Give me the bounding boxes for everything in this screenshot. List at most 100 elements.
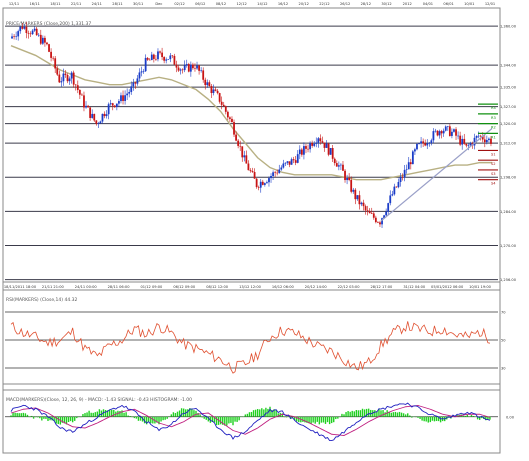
macd-histogram-bar — [137, 416, 140, 421]
macd-histogram-bar — [82, 414, 84, 417]
top-date-label: 30/12 — [381, 2, 391, 6]
macd-histogram-bar — [302, 416, 304, 422]
candle-body — [358, 195, 361, 205]
candle-body — [235, 134, 237, 141]
candle-body — [253, 172, 256, 179]
macd-histogram-bar — [104, 409, 107, 417]
macd-histogram-bar — [32, 416, 35, 419]
candle-body — [309, 143, 311, 150]
macd-histogram-bar — [310, 416, 312, 424]
bottom-date-label: 18/11/2011 18:00 — [4, 285, 37, 289]
bottom-date-label: 20/12 14:00 — [305, 285, 328, 289]
top-date-label: 22/12 — [319, 2, 329, 6]
macd-histogram-bar — [12, 412, 14, 417]
macd-histogram-bar — [45, 416, 47, 419]
candle-body — [317, 138, 320, 143]
candle-body — [360, 202, 363, 205]
candle-body — [27, 33, 30, 34]
macd-histogram-bar — [174, 413, 177, 417]
candle-body — [78, 89, 81, 95]
chart-canvas: 12/11 16/11 18/11 22/11 24/11 28/11 30/11 Dec 02… — [2, 2, 517, 454]
macd-tick-label: 0.00 — [506, 415, 515, 419]
candle-body — [76, 85, 79, 90]
macd-histogram-bar — [367, 408, 370, 417]
candle-body — [485, 140, 488, 143]
candle-body — [348, 177, 351, 180]
chart-frame — [2, 7, 501, 454]
level-label-s2: S2 — [491, 162, 496, 166]
macd-histogram-bar — [312, 416, 314, 423]
candle-body — [93, 113, 96, 121]
candle-body — [152, 54, 155, 59]
bottom-date-label: 08/12 12:00 — [206, 285, 229, 289]
level-label-r2: R2 — [491, 126, 496, 130]
macd-histogram-bar — [152, 416, 154, 424]
macd-histogram-bar — [298, 416, 300, 423]
candle-body — [335, 163, 338, 167]
candle-body — [237, 140, 240, 146]
macd-histogram-layer — [10, 406, 491, 426]
candle-body — [298, 149, 301, 155]
candle-body — [329, 148, 332, 155]
candle-body — [163, 57, 166, 61]
candle-body — [118, 101, 120, 104]
macd-histogram-bar — [435, 416, 438, 422]
macd-histogram-bar — [14, 412, 16, 417]
bottom-date-label: 31/12 04:00 — [403, 285, 426, 289]
candle-body — [278, 169, 281, 174]
top-date-label: 2012 — [403, 2, 412, 6]
candle-body — [465, 143, 468, 146]
candle-body — [426, 143, 429, 146]
macd-histogram-bar — [314, 416, 316, 424]
candle-body — [257, 187, 260, 188]
price-right-axis: 1,360.00 1,344.00 1,335.00 1,320.00 1,327.00… — [500, 25, 517, 282]
candle-body — [109, 103, 112, 105]
macd-histogram-bar — [429, 416, 432, 423]
level-label-r4: R4 — [491, 106, 496, 110]
macd-histogram-bar — [285, 416, 288, 418]
macd-histogram-bar — [170, 414, 173, 417]
candle-body — [436, 130, 439, 136]
candlestick-layer — [11, 21, 492, 229]
candle-body — [483, 139, 486, 143]
macd-histogram-bar — [236, 416, 238, 422]
candle-body — [448, 126, 451, 136]
candle-body — [95, 120, 98, 124]
macd-histogram-bar — [187, 409, 189, 417]
macd-histogram-bar — [363, 409, 366, 417]
macd-histogram-bar — [92, 412, 94, 417]
candle-body — [490, 138, 492, 144]
candle-body — [202, 70, 205, 80]
candle-body — [391, 194, 394, 196]
candle-body — [52, 57, 55, 59]
bottom-date-label: 10/01 19:00 — [469, 285, 492, 289]
macd-histogram-bar — [182, 408, 185, 417]
macd-histogram-bar — [466, 414, 469, 417]
candle-body — [159, 51, 161, 53]
macd-histogram-bar — [427, 416, 429, 423]
candle-body — [208, 82, 211, 87]
level-label-s3: S3 — [491, 172, 496, 176]
candle-body — [477, 135, 480, 137]
macd-histogram-bar — [318, 416, 321, 425]
macd-histogram-bar — [265, 407, 267, 417]
macd-histogram-bar — [382, 410, 384, 417]
macd-histogram-bar — [69, 416, 72, 422]
bottom-date-axis: 18/11/2011 18:00 21/11 21:00 24/11 00:00 28… — [4, 285, 492, 289]
macd-histogram-bar — [261, 408, 263, 417]
level-markers: R4 R3 R2 R1 S1 S2 S3 S4 — [478, 103, 498, 186]
macd-histogram-bar — [345, 412, 347, 417]
candle-body — [56, 68, 59, 75]
candle-body — [488, 138, 490, 141]
candle-body — [374, 217, 377, 223]
macd-histogram-bar — [133, 416, 136, 419]
candle-body — [268, 178, 270, 183]
price-tick-label: 1,284.00 — [500, 210, 517, 214]
candle-body — [120, 95, 122, 102]
bottom-date-label: 21/11 21:00 — [42, 285, 65, 289]
macd-histogram-bar — [392, 412, 395, 417]
macd-histogram-bar — [232, 416, 234, 426]
candle-body — [99, 121, 102, 124]
price-tick-label: 1,298.00 — [500, 176, 517, 180]
candle-body — [216, 90, 219, 94]
